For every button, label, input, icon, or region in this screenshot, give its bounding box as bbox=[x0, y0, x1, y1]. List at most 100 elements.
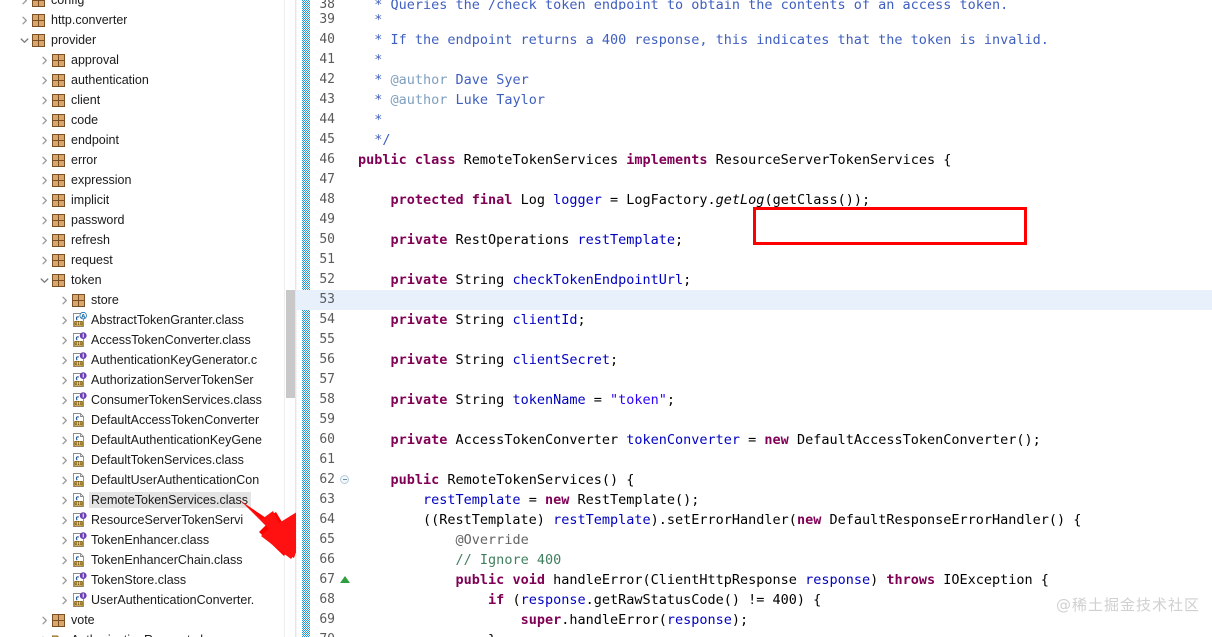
code-lines[interactable]: 38 * Queries the /check_token endpoint t… bbox=[296, 0, 1212, 637]
code-line[interactable]: 39 * bbox=[296, 10, 1212, 30]
tree-item-token[interactable]: token bbox=[0, 270, 284, 290]
chevron-right-icon[interactable] bbox=[38, 196, 51, 205]
code-line[interactable]: 41 * bbox=[296, 50, 1212, 70]
tree-item-implicit[interactable]: implicit bbox=[0, 190, 284, 210]
chevron-right-icon[interactable] bbox=[58, 396, 71, 405]
tree-item-resourceservertokenservi[interactable]: 010 I ResourceServerTokenServi bbox=[0, 510, 284, 530]
tree-item-defaultauthenticationkeygene[interactable]: 010 DefaultAuthenticationKeyGene bbox=[0, 430, 284, 450]
chevron-down-icon[interactable] bbox=[38, 276, 51, 285]
tree-item-refresh[interactable]: refresh bbox=[0, 230, 284, 250]
chevron-down-icon[interactable] bbox=[18, 36, 31, 45]
chevron-right-icon[interactable] bbox=[58, 456, 71, 465]
code-line[interactable]: 62 public RemoteTokenServices() { bbox=[296, 470, 1212, 490]
chevron-right-icon[interactable] bbox=[58, 356, 71, 365]
chevron-right-icon[interactable] bbox=[58, 536, 71, 545]
tree-item-vote[interactable]: vote bbox=[0, 610, 284, 630]
chevron-right-icon[interactable] bbox=[38, 116, 51, 125]
sidebar-scrollbar-thumb[interactable] bbox=[286, 290, 295, 398]
tree-item-authorizationservertokenser[interactable]: 010 I AuthorizationServerTokenSer bbox=[0, 370, 284, 390]
chevron-right-icon[interactable] bbox=[18, 16, 31, 25]
chevron-right-icon[interactable] bbox=[58, 416, 71, 425]
code-line[interactable]: 67 public void handleError(ClientHttpRes… bbox=[296, 570, 1212, 590]
code-line[interactable]: 54 private String clientId; bbox=[296, 310, 1212, 330]
chevron-right-icon[interactable] bbox=[38, 136, 51, 145]
chevron-right-icon[interactable] bbox=[38, 256, 51, 265]
tree-item-consumertokenservices-class[interactable]: 010 I ConsumerTokenServices.class bbox=[0, 390, 284, 410]
code-line[interactable]: 56 private String clientSecret; bbox=[296, 350, 1212, 370]
tree-item-tokenenhancer-class[interactable]: 010 I TokenEnhancer.class bbox=[0, 530, 284, 550]
chevron-right-icon[interactable] bbox=[58, 436, 71, 445]
code-line[interactable]: 53 bbox=[296, 290, 1212, 310]
code-line[interactable]: 51 bbox=[296, 250, 1212, 270]
tree-item-error[interactable]: error bbox=[0, 150, 284, 170]
chevron-right-icon[interactable] bbox=[58, 476, 71, 485]
code-line[interactable]: 65 @Override bbox=[296, 530, 1212, 550]
code-line[interactable]: 45 */ bbox=[296, 130, 1212, 150]
code-line[interactable]: 38 * Queries the /check_token endpoint t… bbox=[296, 0, 1212, 10]
tree-item-approval[interactable]: approval bbox=[0, 50, 284, 70]
chevron-right-icon[interactable] bbox=[58, 556, 71, 565]
code-line[interactable]: 52 private String checkTokenEndpointUrl; bbox=[296, 270, 1212, 290]
code-line[interactable]: 42 * @author Dave Syer bbox=[296, 70, 1212, 90]
code-editor[interactable]: 38 * Queries the /check_token endpoint t… bbox=[296, 0, 1212, 637]
tree-item-defaulttokenservices-class[interactable]: 010 DefaultTokenServices.class bbox=[0, 450, 284, 470]
tree-item-code[interactable]: code bbox=[0, 110, 284, 130]
tree-item-abstracttokengranter-class[interactable]: 010 A AbstractTokenGranter.class bbox=[0, 310, 284, 330]
code-line[interactable]: 63 restTemplate = new RestTemplate(); bbox=[296, 490, 1212, 510]
tree-item-defaultaccesstokenconverter[interactable]: 010 DefaultAccessTokenConverter bbox=[0, 410, 284, 430]
chevron-right-icon[interactable] bbox=[38, 616, 51, 625]
code-line[interactable]: 58 private String tokenName = "token"; bbox=[296, 390, 1212, 410]
code-line[interactable]: 57 bbox=[296, 370, 1212, 390]
code-line[interactable]: 46 public class RemoteTokenServices imple… bbox=[296, 150, 1212, 170]
code-line[interactable]: 44 * bbox=[296, 110, 1212, 130]
chevron-right-icon[interactable] bbox=[18, 0, 31, 5]
code-line[interactable]: 60 private AccessTokenConverter tokenCon… bbox=[296, 430, 1212, 450]
tree-item-endpoint[interactable]: endpoint bbox=[0, 130, 284, 150]
code-line[interactable]: 64 ((RestTemplate) restTemplate).setErro… bbox=[296, 510, 1212, 530]
code-line[interactable]: 43 * @author Luke Taylor bbox=[296, 90, 1212, 110]
tree-item-remotetokenservices-class[interactable]: 010 RemoteTokenServices.class bbox=[0, 490, 284, 510]
code-line[interactable]: 49 bbox=[296, 210, 1212, 230]
tree-item-accesstokenconverter-class[interactable]: 010 I AccessTokenConverter.class bbox=[0, 330, 284, 350]
tree-item-userauthenticationconverter[interactable]: 010 I UserAuthenticationConverter. bbox=[0, 590, 284, 610]
chevron-right-icon[interactable] bbox=[58, 596, 71, 605]
chevron-right-icon[interactable] bbox=[38, 216, 51, 225]
code-line[interactable]: 50 private RestOperations restTemplate; bbox=[296, 230, 1212, 250]
chevron-right-icon[interactable] bbox=[58, 376, 71, 385]
tree-item-authorizationrequest-cl[interactable]: AuthorizationRequest.cl bbox=[0, 630, 284, 637]
chevron-right-icon[interactable] bbox=[58, 576, 71, 585]
project-tree[interactable]: config http.converter provider approval auth… bbox=[0, 0, 284, 637]
tree-item-client[interactable]: client bbox=[0, 90, 284, 110]
code-line[interactable]: 40 * If the endpoint returns a 400 respo… bbox=[296, 30, 1212, 50]
tree-item-defaultuserauthenticationcon[interactable]: 010 DefaultUserAuthenticationCon bbox=[0, 470, 284, 490]
fold-collapse-icon[interactable] bbox=[340, 470, 352, 490]
tree-item-tokenenhancerchain-class[interactable]: 010 TokenEnhancerChain.class bbox=[0, 550, 284, 570]
tree-item-config[interactable]: config bbox=[0, 0, 284, 10]
tree-item-password[interactable]: password bbox=[0, 210, 284, 230]
code-line[interactable]: 70 } bbox=[296, 630, 1212, 637]
code-line[interactable]: 47 bbox=[296, 170, 1212, 190]
code-line[interactable]: 66 // Ignore 400 bbox=[296, 550, 1212, 570]
chevron-right-icon[interactable] bbox=[58, 496, 71, 505]
chevron-right-icon[interactable] bbox=[38, 176, 51, 185]
tree-item-provider[interactable]: provider bbox=[0, 30, 284, 50]
code-line[interactable]: 48 protected final Log logger = LogFacto… bbox=[296, 190, 1212, 210]
tree-item-authenticationkeygenerator-c[interactable]: 010 I AuthenticationKeyGenerator.c bbox=[0, 350, 284, 370]
chevron-right-icon[interactable] bbox=[38, 56, 51, 65]
tree-item-request[interactable]: request bbox=[0, 250, 284, 270]
chevron-right-icon[interactable] bbox=[38, 236, 51, 245]
package-explorer-panel[interactable]: config http.converter provider approval auth… bbox=[0, 0, 296, 637]
chevron-right-icon[interactable] bbox=[58, 336, 71, 345]
chevron-right-icon[interactable] bbox=[38, 76, 51, 85]
tree-item-store[interactable]: store bbox=[0, 290, 284, 310]
tree-item-authentication[interactable]: authentication bbox=[0, 70, 284, 90]
tree-item-http-converter[interactable]: http.converter bbox=[0, 10, 284, 30]
chevron-right-icon[interactable] bbox=[58, 296, 71, 305]
tree-item-tokenstore-class[interactable]: 010 I TokenStore.class bbox=[0, 570, 284, 590]
code-line[interactable]: 61 bbox=[296, 450, 1212, 470]
chevron-right-icon[interactable] bbox=[58, 516, 71, 525]
code-line[interactable]: 55 bbox=[296, 330, 1212, 350]
chevron-right-icon[interactable] bbox=[58, 316, 71, 325]
chevron-right-icon[interactable] bbox=[38, 96, 51, 105]
tree-item-expression[interactable]: expression bbox=[0, 170, 284, 190]
